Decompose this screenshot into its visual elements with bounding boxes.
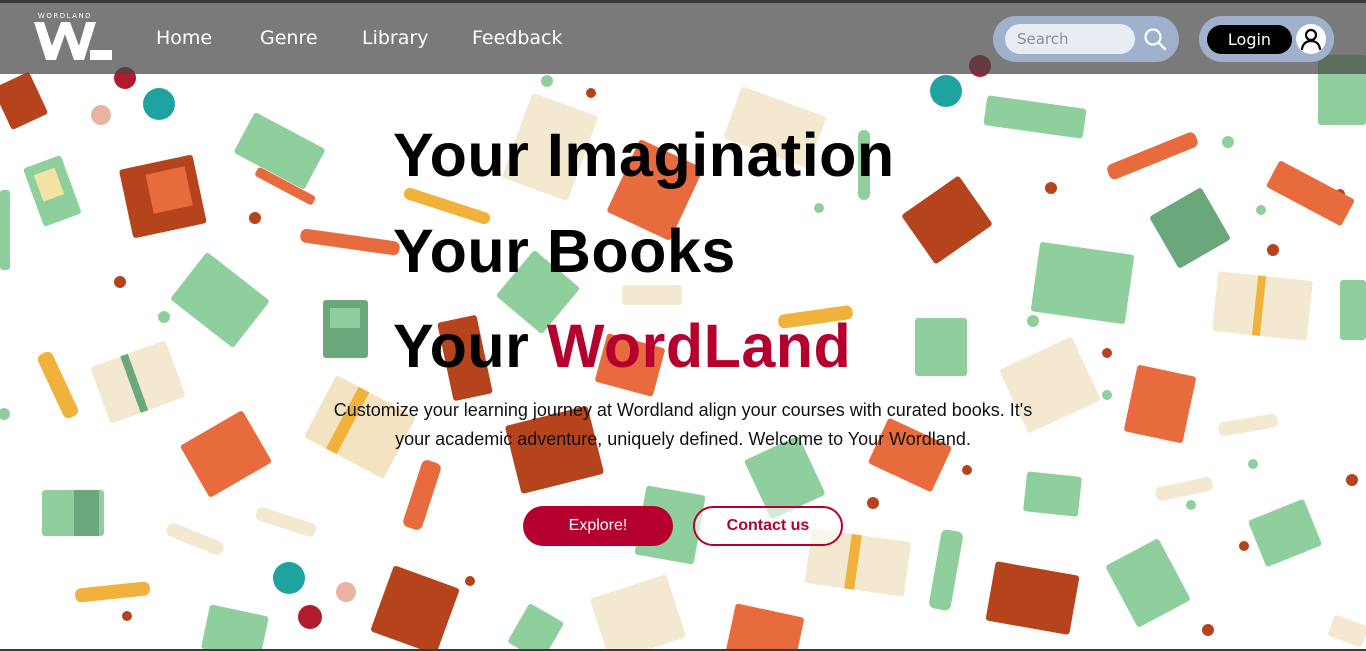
hero-title-line-1: Your Imagination xyxy=(393,121,895,189)
wordland-logo[interactable]: WORDLAND xyxy=(32,12,114,64)
auth-group: Login xyxy=(1199,16,1334,62)
navbar: WORDLAND Home Genre Library Feedback Log… xyxy=(0,3,1366,74)
logo-small-text: WORDLAND xyxy=(37,12,93,20)
search-input[interactable] xyxy=(1005,24,1135,54)
wl-logo-mark-icon xyxy=(34,22,112,60)
nav-link-feedback[interactable]: Feedback xyxy=(472,27,562,49)
top-border xyxy=(0,0,1366,3)
contact-us-button[interactable]: Contact us xyxy=(693,506,843,546)
search-icon[interactable] xyxy=(1143,27,1167,51)
hero-title-accent: WordLand xyxy=(546,312,852,380)
search-bar xyxy=(993,16,1179,62)
user-icon[interactable] xyxy=(1296,24,1326,54)
explore-button[interactable]: Explore! xyxy=(523,506,673,546)
hero-description: Customize your learning journey at Wordl… xyxy=(333,400,1033,449)
nav-link-library[interactable]: Library xyxy=(362,27,428,49)
nav-link-genre[interactable]: Genre xyxy=(260,27,318,49)
nav-link-home[interactable]: Home xyxy=(156,27,212,49)
hero-title-prefix: Your xyxy=(393,312,547,380)
hero-title-line-2: Your Books xyxy=(393,217,736,285)
hero-title-line-3: Your WordLand xyxy=(393,311,851,381)
user-avatar-icon xyxy=(1300,28,1322,51)
login-button[interactable]: Login xyxy=(1207,25,1292,54)
